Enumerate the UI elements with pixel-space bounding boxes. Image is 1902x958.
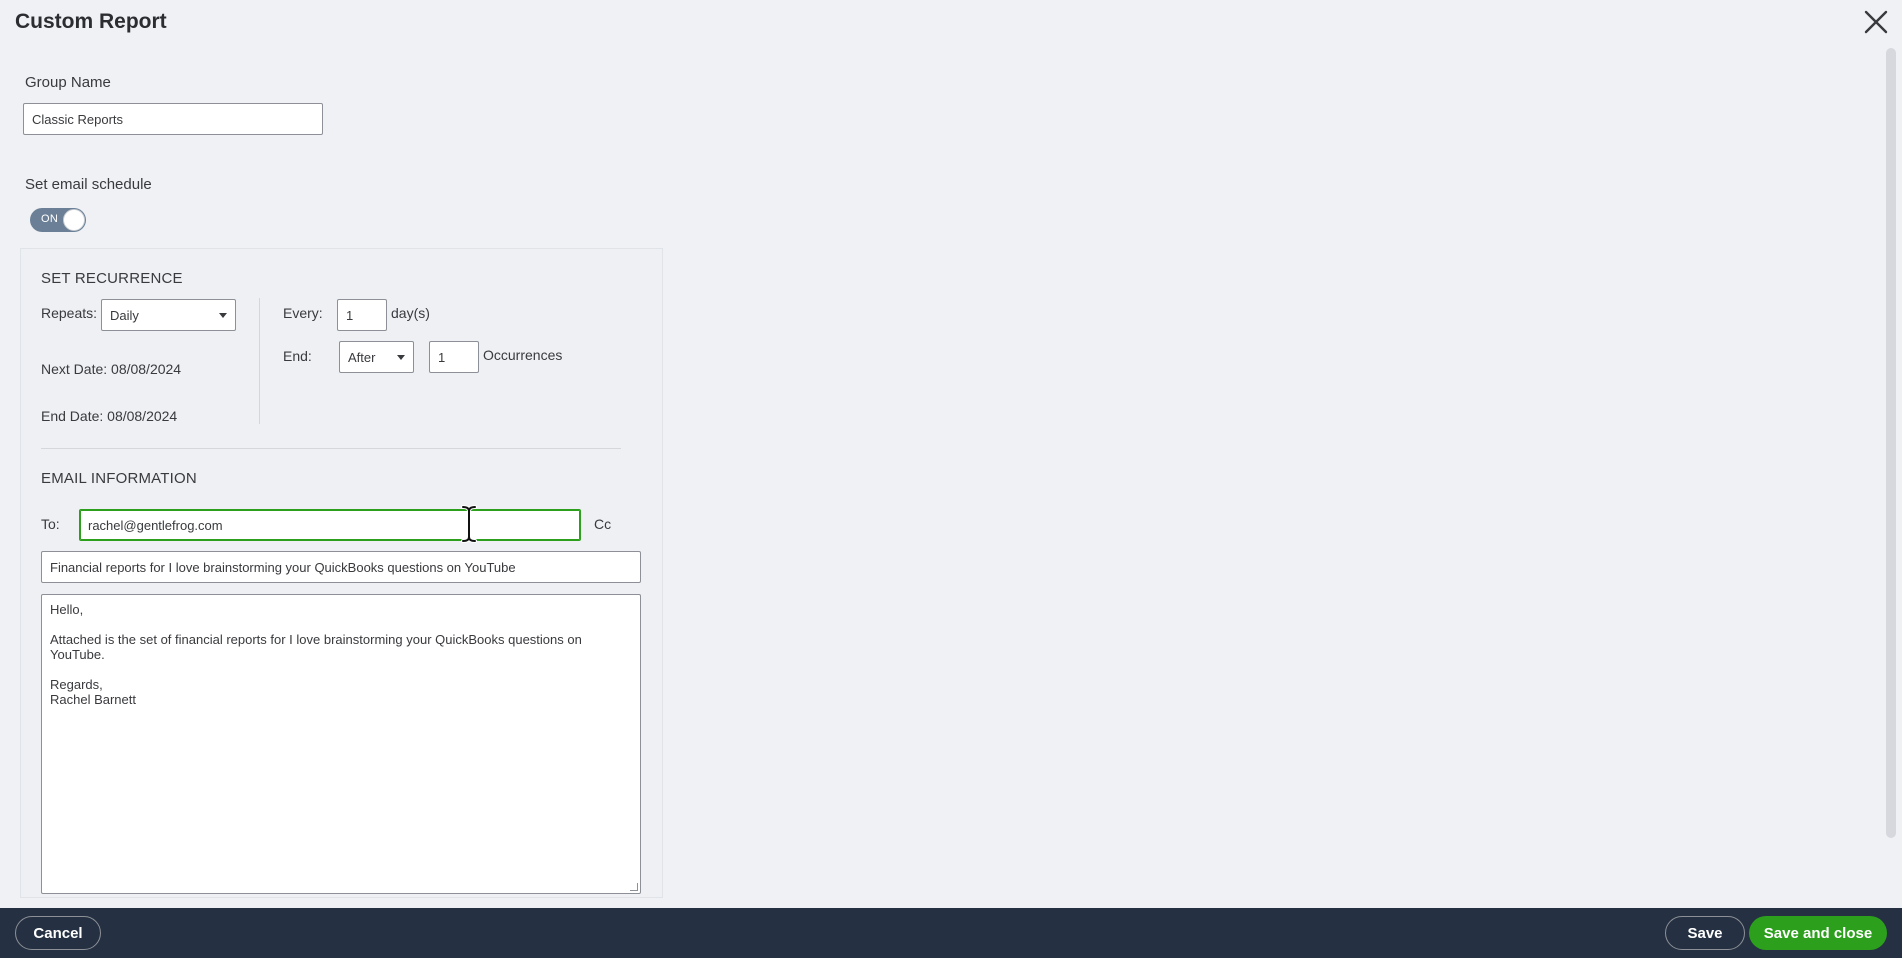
repeats-select[interactable]: Daily <box>101 299 236 331</box>
resize-grip-icon[interactable] <box>630 883 638 891</box>
body-line: YouTube. <box>50 647 105 662</box>
body-line: Regards, <box>50 677 103 692</box>
end-select[interactable]: After <box>339 341 414 373</box>
repeats-label: Repeats: <box>41 305 98 321</box>
end-date-text: End Date: 08/08/2024 <box>41 408 178 424</box>
subject-input[interactable]: Financial reports for I love brainstormi… <box>41 551 641 583</box>
close-icon <box>1864 10 1888 34</box>
section-divider <box>41 448 621 449</box>
email-schedule-label: Set email schedule <box>25 176 152 193</box>
body-line: Rachel Barnett <box>50 692 136 707</box>
set-recurrence-heading: SET RECURRENCE <box>41 270 183 287</box>
every-unit-label: day(s) <box>391 305 430 321</box>
email-schedule-toggle[interactable]: ON <box>30 208 86 232</box>
recurrence-divider <box>259 298 260 424</box>
cc-link[interactable]: Cc <box>594 516 611 532</box>
page-title: Custom Report <box>15 10 167 33</box>
toggle-state-text: ON <box>41 213 59 225</box>
repeats-value: Daily <box>110 307 139 323</box>
every-label: Every: <box>283 305 323 321</box>
dropdown-caret-icon <box>397 354 405 360</box>
body-line: Hello, <box>50 602 84 617</box>
occurrences-label: Occurrences <box>483 347 563 363</box>
occurrences-input[interactable]: 1 <box>429 341 479 373</box>
save-and-close-button[interactable]: Save and close <box>1749 916 1887 950</box>
dropdown-caret-icon <box>219 312 227 318</box>
every-input[interactable]: 1 <box>337 299 387 331</box>
save-button[interactable]: Save <box>1665 916 1745 950</box>
custom-report-page: Custom Report Group Name Classic Reports… <box>0 0 1902 958</box>
email-body-textarea[interactable]: Hello, Attached is the set of financial … <box>41 594 641 894</box>
close-button[interactable] <box>1860 6 1892 38</box>
to-label: To: <box>41 516 60 532</box>
end-label: End: <box>283 348 312 364</box>
to-email-input[interactable]: rachel@gentlefrog.com <box>79 509 581 541</box>
body-line-break <box>50 617 632 632</box>
footer-bar: Cancel Save Save and close <box>0 908 1902 958</box>
cancel-button[interactable]: Cancel <box>15 916 101 950</box>
group-name-input[interactable]: Classic Reports <box>23 103 323 135</box>
next-date-text: Next Date: 08/08/2024 <box>41 361 182 377</box>
group-name-label: Group Name <box>25 74 111 91</box>
body-line: Attached is the set of financial reports… <box>50 632 582 647</box>
toggle-knob <box>63 209 85 231</box>
scrollbar[interactable] <box>1886 48 1896 838</box>
end-value: After <box>348 349 376 365</box>
email-information-heading: EMAIL INFORMATION <box>41 470 197 487</box>
body-line-break <box>50 662 632 677</box>
text-cursor-icon <box>461 505 477 543</box>
